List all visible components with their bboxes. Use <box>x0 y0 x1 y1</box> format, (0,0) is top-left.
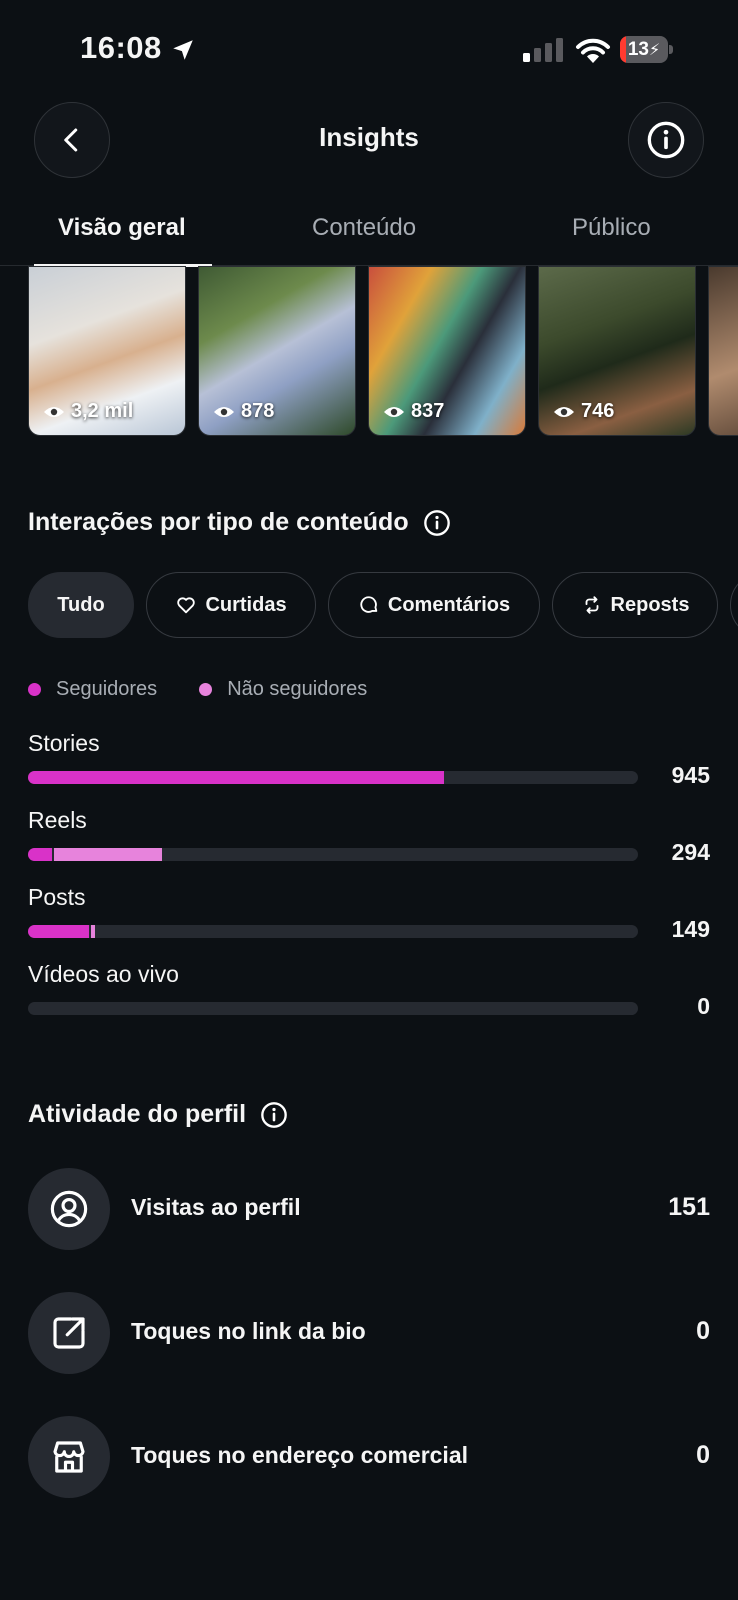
thumbnail-views: 3,2 mil <box>43 400 133 423</box>
bar-segment-followers <box>28 771 445 784</box>
bar-label: Reels <box>28 807 87 833</box>
info-icon[interactable] <box>260 1101 288 1129</box>
bar-track <box>28 1002 638 1015</box>
tab-bar: Visão geral Conteúdo Público <box>0 200 738 267</box>
bar-value: 945 <box>671 762 710 788</box>
bar-row-posts: Posts 149 <box>28 884 710 954</box>
content-thumbnail[interactable]: 878 <box>198 266 356 436</box>
content-thumbnail[interactable]: 837 <box>368 266 526 436</box>
repost-icon <box>585 596 598 614</box>
eye-icon <box>214 406 234 417</box>
heart-icon <box>177 597 196 614</box>
thumbnail-views: 837 <box>383 400 444 423</box>
bar-segment-followers <box>28 925 89 938</box>
tab-conteudo[interactable]: Conteúdo <box>312 214 416 242</box>
status-bar: 16:08 13 ⚡ <box>0 0 738 100</box>
bar-value: 0 <box>697 993 710 1019</box>
thumbnail-views: 878 <box>213 400 274 423</box>
content-thumbnail[interactable]: 3,2 mil <box>28 266 186 436</box>
eye-icon <box>554 406 574 417</box>
filter-chip-reposts[interactable]: Reposts <box>552 572 718 638</box>
battery-percent: 13 <box>627 38 649 60</box>
activity-row-bio-link-taps[interactable]: Toques no link da bio 0 <box>28 1292 710 1374</box>
activity-row-business-address-taps[interactable]: Toques no endereço comercial 0 <box>28 1416 710 1498</box>
cellular-signal-icon <box>523 38 563 62</box>
profile-activity-title: Atividade do perfil <box>28 1100 288 1129</box>
insights-screen: 16:08 13 ⚡ Insights Visão geral Conteúdo… <box>0 0 738 1600</box>
user-circle-icon <box>28 1168 110 1250</box>
content-thumbnail[interactable]: 746 <box>538 266 696 436</box>
legend-dot-non-followers <box>199 683 213 696</box>
filter-chip-curtidas[interactable]: Curtidas <box>146 572 316 638</box>
bar-segment-non-followers <box>91 925 96 938</box>
bar-track <box>28 848 638 861</box>
bar-track <box>28 771 638 784</box>
filter-chip-tudo[interactable]: Tudo <box>28 572 134 638</box>
charging-bolt-icon: ⚡ <box>648 41 661 59</box>
activity-value: 0 <box>696 1441 710 1469</box>
battery-indicator: 13 ⚡ <box>620 36 673 63</box>
comment-icon <box>360 596 378 613</box>
bar-row-live-videos: Vídeos ao vivo 0 <box>28 961 710 1031</box>
tab-visao-geral[interactable]: Visão geral <box>58 214 186 242</box>
location-arrow-icon <box>173 40 193 60</box>
bar-label: Vídeos ao vivo <box>28 961 179 987</box>
content-type-filters: Tudo Curtidas Comentários Reposts <box>0 572 738 638</box>
legend-followers: Seguidores <box>28 678 157 701</box>
activity-value: 0 <box>696 1317 710 1345</box>
tab-publico[interactable]: Público <box>572 214 651 242</box>
eye-icon <box>384 406 404 417</box>
bar-row-stories: Stories 945 <box>28 730 710 800</box>
info-icon <box>647 121 685 159</box>
bar-label: Stories <box>28 730 100 756</box>
activity-label: Visitas ao perfil <box>131 1194 301 1220</box>
bar-row-reels: Reels 294 <box>28 807 710 877</box>
info-icon[interactable] <box>423 509 451 537</box>
storefront-icon <box>28 1416 110 1498</box>
thumbnail-views: 746 <box>553 400 614 423</box>
content-thumbnail[interactable] <box>708 266 738 436</box>
filter-chip-more[interactable] <box>730 572 738 638</box>
chart-legend: Seguidores Não seguidores <box>28 678 409 701</box>
bar-value: 149 <box>671 916 710 942</box>
activity-label: Toques no link da bio <box>131 1318 366 1344</box>
bar-segment-followers <box>28 848 53 861</box>
bar-label: Posts <box>28 884 86 910</box>
bar-segment-non-followers <box>54 848 162 861</box>
activity-label: Toques no endereço comercial <box>131 1442 469 1468</box>
wifi-icon <box>576 38 610 63</box>
activity-value: 151 <box>668 1193 710 1221</box>
info-button[interactable] <box>628 102 704 178</box>
bar-track <box>28 925 638 938</box>
top-content-carousel: 3,2 mil 878 837 746 <box>0 266 738 438</box>
status-time: 16:08 <box>80 30 162 65</box>
legend-non-followers: Não seguidores <box>199 678 367 701</box>
external-link-icon <box>28 1292 110 1374</box>
filter-chip-comentarios[interactable]: Comentários <box>328 572 540 638</box>
bar-value: 294 <box>671 839 710 865</box>
eye-icon <box>44 406 64 417</box>
activity-row-profile-visits[interactable]: Visitas ao perfil 151 <box>28 1168 710 1250</box>
legend-dot-followers <box>28 683 41 696</box>
interactions-section-title: Interações por tipo de conteúdo <box>28 508 451 537</box>
